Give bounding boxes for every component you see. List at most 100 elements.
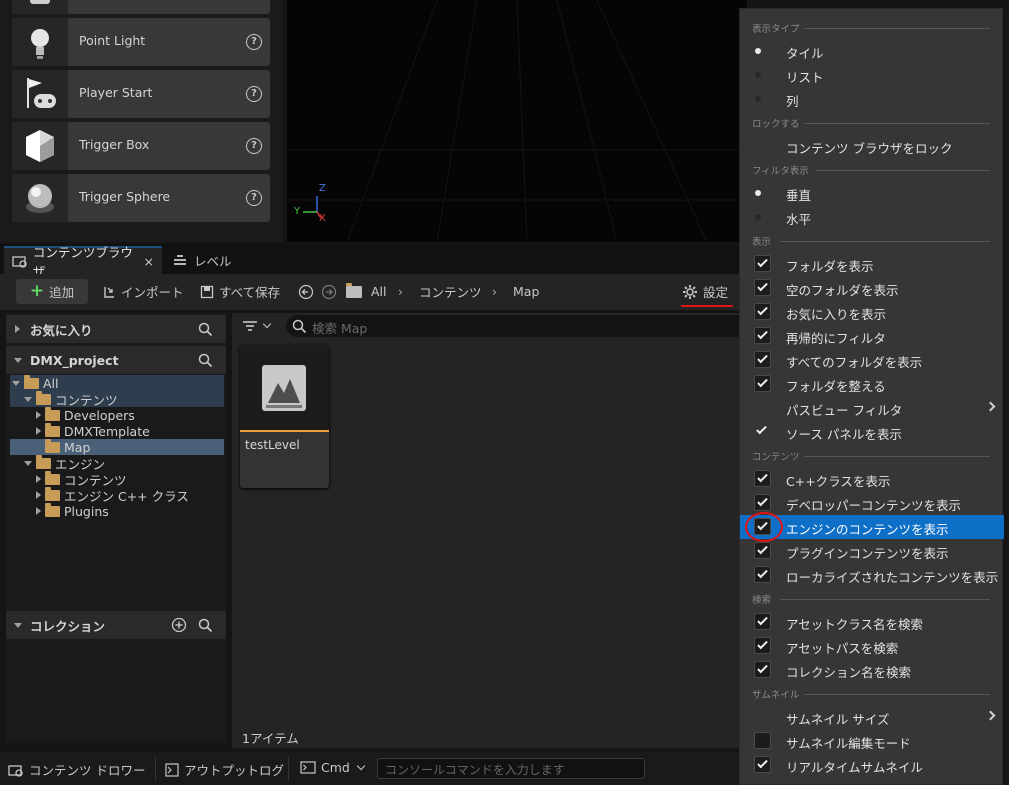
actor-label: Trigger Box <box>79 137 150 152</box>
actor-item-trigger-box[interactable]: Trigger Box ? <box>12 122 270 170</box>
search-icon <box>292 319 307 334</box>
tree-item-dmxtemplate[interactable]: DMXTemplate <box>36 422 150 439</box>
menu-item-show-engine[interactable]: エンジンのコンテンツを表示 <box>740 512 1004 542</box>
menu-item-filter-recursive[interactable]: 再帰的にフィルタ <box>740 324 1004 348</box>
tab-level[interactable]: レベル <box>164 246 240 274</box>
tree-label: コンテンツ <box>55 392 118 408</box>
menu-item-show-localized[interactable]: ローカライズされたコンテンツを表示 <box>740 563 1004 587</box>
tree-label: エンジン C++ クラス <box>64 488 189 504</box>
section-header: ロックする <box>752 119 800 130</box>
browse-folder-button[interactable] <box>346 279 362 304</box>
back-button[interactable] <box>298 279 314 304</box>
menu-item-organize-folders[interactable]: フォルダを整える <box>740 372 1004 396</box>
tree-label: Developers <box>64 407 135 423</box>
help-icon[interactable]: ? <box>246 86 262 102</box>
actor-item-trigger-sphere[interactable]: Trigger Sphere ? <box>12 174 270 222</box>
help-icon[interactable]: ? <box>246 190 262 206</box>
tab-close-button[interactable]: × <box>144 254 154 269</box>
menu-item-filter-vertical[interactable]: 垂直 <box>740 181 1004 205</box>
menu-item-show-folders[interactable]: フォルダを表示 <box>740 252 1004 276</box>
tree-item-content[interactable]: コンテンツ <box>24 390 118 408</box>
save-all-button[interactable]: すべて保存 <box>200 279 280 304</box>
search-icon[interactable] <box>198 322 213 337</box>
help-icon[interactable]: ? <box>246 34 262 50</box>
tree-item-engine-cpp[interactable]: エンジン C++ クラス <box>36 486 189 504</box>
section-divider <box>804 456 990 457</box>
menu-item-show-developer[interactable]: デベロッパーコンテンツを表示 <box>740 491 1004 515</box>
menu-label: コレクション名を検索 <box>786 665 912 680</box>
actor-item-point-light[interactable]: Point Light ? <box>12 18 270 66</box>
menu-item-search-collection[interactable]: コレクション名を検索 <box>740 658 1004 682</box>
search-icon[interactable] <box>198 353 213 368</box>
menu-item-show-favorites[interactable]: お気に入りを表示 <box>740 300 1004 324</box>
folder-icon <box>45 470 60 485</box>
menu-label: プラグインコンテンツを表示 <box>786 546 949 561</box>
menu-item-path-view-filter[interactable]: パスビュー フィルタ <box>740 396 1004 420</box>
content-drawer-button[interactable]: コンテンツ ドロワー <box>8 760 145 779</box>
checkbox-checked <box>754 255 771 272</box>
actor-item-player-start[interactable]: Player Start ? <box>12 70 270 118</box>
import-button[interactable]: インポート <box>102 279 184 304</box>
menu-item-view-tile[interactable]: タイル <box>740 39 1004 63</box>
menu-item-show-source-panel[interactable]: ソース パネルを表示 <box>740 420 1004 444</box>
folder-open-icon <box>24 374 39 389</box>
menu-item-search-path[interactable]: アセットパスを検索 <box>740 634 1004 658</box>
section-divider <box>780 599 990 600</box>
tree-item-plugins[interactable]: Plugins <box>36 502 109 519</box>
output-log-button[interactable]: アウトプットログ <box>165 760 284 779</box>
tree-item-developers[interactable]: Developers <box>36 406 135 423</box>
actor-item-partial[interactable] <box>12 0 270 14</box>
cmd-dropdown[interactable]: Cmd <box>300 760 366 775</box>
breadcrumb-all[interactable]: All <box>371 279 387 304</box>
menu-item-show-cpp[interactable]: C++クラスを表示 <box>740 467 1004 491</box>
chevron-right-icon <box>985 710 996 721</box>
save-icon <box>200 285 214 298</box>
menu-label: 空のフォルダを表示 <box>786 283 899 298</box>
project-header[interactable]: DMX_project <box>6 346 226 374</box>
add-collection-icon[interactable] <box>171 617 187 633</box>
forward-button[interactable] <box>321 279 337 304</box>
tree-selected-row <box>10 439 224 455</box>
actor-label: Player Start <box>79 85 153 100</box>
cube-icon <box>26 130 54 162</box>
check-icon <box>757 280 768 292</box>
breadcrumb-map[interactable]: Map <box>513 279 539 304</box>
menu-item-search-class[interactable]: アセットクラス名を検索 <box>740 610 1004 634</box>
menu-item-view-list[interactable]: リスト <box>740 63 1004 87</box>
search-input[interactable]: 検索 Map <box>286 315 746 337</box>
level-viewport[interactable]: Z Y X <box>287 0 747 242</box>
menu-item-thumb-size[interactable]: サムネイル サイズ <box>740 705 1004 729</box>
divider <box>155 756 156 781</box>
console-input[interactable]: コンソールコマンドを入力します <box>377 758 645 779</box>
breadcrumb-content[interactable]: コンテンツ <box>419 279 482 304</box>
tree-item-all[interactable]: All <box>12 374 59 391</box>
radio-selected-icon <box>755 190 761 196</box>
menu-item-lock-browser[interactable]: コンテンツ ブラウザをロック <box>740 134 1004 158</box>
menu-item-filter-horizontal[interactable]: 水平 <box>740 205 1004 229</box>
add-button[interactable]: + 追加 <box>16 279 88 304</box>
collections-header[interactable]: コレクション <box>6 611 226 639</box>
checkbox-unchecked <box>754 732 771 749</box>
sources-panel: お気に入り DMX_project All コンテンツ Developers D… <box>6 313 226 743</box>
menu-item-show-plugin[interactable]: プラグインコンテンツを表示 <box>740 539 1004 563</box>
checkbox-checked <box>754 494 771 511</box>
help-icon[interactable]: ? <box>246 138 262 154</box>
menu-item-show-empty-folders[interactable]: 空のフォルダを表示 <box>740 276 1004 300</box>
checkbox-checked <box>754 303 771 320</box>
asset-tile-testlevel[interactable]: testLevel <box>240 345 329 488</box>
filter-dropdown[interactable] <box>242 318 278 334</box>
folder-icon <box>45 502 60 517</box>
axis-x-label: X <box>319 213 326 224</box>
search-icon[interactable] <box>198 618 213 633</box>
menu-item-view-column[interactable]: 列 <box>740 87 1004 111</box>
menu-item-show-all-folders[interactable]: すべてのフォルダを表示 <box>740 348 1004 372</box>
collapse-arrow-icon <box>14 358 22 363</box>
favorites-header[interactable]: お気に入り <box>6 315 226 343</box>
settings-button[interactable]: 設定 <box>682 279 728 304</box>
menu-item-thumb-edit[interactable]: サムネイル編集モード <box>740 729 1004 753</box>
menu-item-realtime-thumb[interactable]: リアルタイムサムネイル <box>740 753 1004 777</box>
menu-label: タイル <box>786 46 824 61</box>
asset-view[interactable]: 検索 Map testLevel 1アイテム <box>232 313 746 748</box>
place-actors-panel: Point Light ? Player Start ? Trigger Box… <box>0 0 283 242</box>
tab-content-browser[interactable]: コンテンツブラウザ × <box>4 245 162 279</box>
